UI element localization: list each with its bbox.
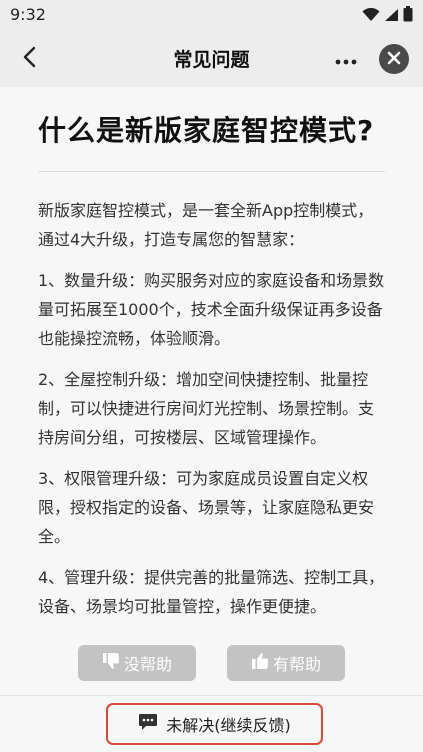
signal-icon — [384, 7, 399, 26]
close-icon — [387, 50, 401, 69]
article-content: 什么是新版家庭智控模式? 新版家庭智控模式，是一套全新App控制模式，通过4大升… — [0, 87, 423, 695]
status-bar: 9:32 — [0, 0, 423, 30]
status-icons — [362, 6, 413, 26]
close-button[interactable] — [379, 44, 409, 74]
message-icon — [138, 713, 158, 735]
article-paragraph: 1、数量升级：购买服务对应的家庭设备和场景数量可拓展至1000个，技术全面升级保… — [38, 271, 385, 348]
article-paragraph: 新版家庭智控模式，是一套全新App控制模式，通过4大升级，打造专属您的智慧家： — [38, 201, 374, 249]
status-time: 9:32 — [10, 5, 46, 24]
article-paragraph: 2、全屋控制升级：增加空间快捷控制、批量控制，可以快捷进行房间灯光控制、场景控制… — [38, 370, 375, 447]
more-button[interactable] — [331, 44, 361, 74]
article-paragraph: 4、管理升级：提供完善的批量筛选、控制工具，设备、场景均可批量管控，操作更便捷。 — [38, 568, 385, 616]
bottom-bar: 未解决(继续反馈) — [0, 695, 423, 752]
nav-bar: 常见问题 — [0, 30, 423, 86]
thumbs-up-icon — [251, 652, 269, 674]
more-icon — [335, 50, 357, 69]
unresolved-feedback-button[interactable]: 未解决(继续反馈) — [106, 703, 323, 745]
divider — [38, 171, 385, 172]
not-helpful-button[interactable]: 没帮助 — [78, 645, 196, 681]
unresolved-label: 未解决(继续反馈) — [166, 716, 291, 735]
helpful-label: 有帮助 — [272, 655, 321, 674]
thumbs-down-icon — [102, 652, 120, 674]
helpful-button[interactable]: 有帮助 — [227, 645, 345, 681]
feedback-row: 没帮助 有帮助 — [0, 645, 423, 681]
battery-icon — [403, 6, 413, 26]
article-title: 什么是新版家庭智控模式? — [38, 114, 375, 147]
article-paragraph: 3、权限管理升级：可为家庭成员设置自定义权限，授权指定的设备、场景等，让家庭隐私… — [38, 469, 375, 546]
wifi-icon — [362, 7, 380, 26]
not-helpful-label: 没帮助 — [123, 655, 172, 674]
